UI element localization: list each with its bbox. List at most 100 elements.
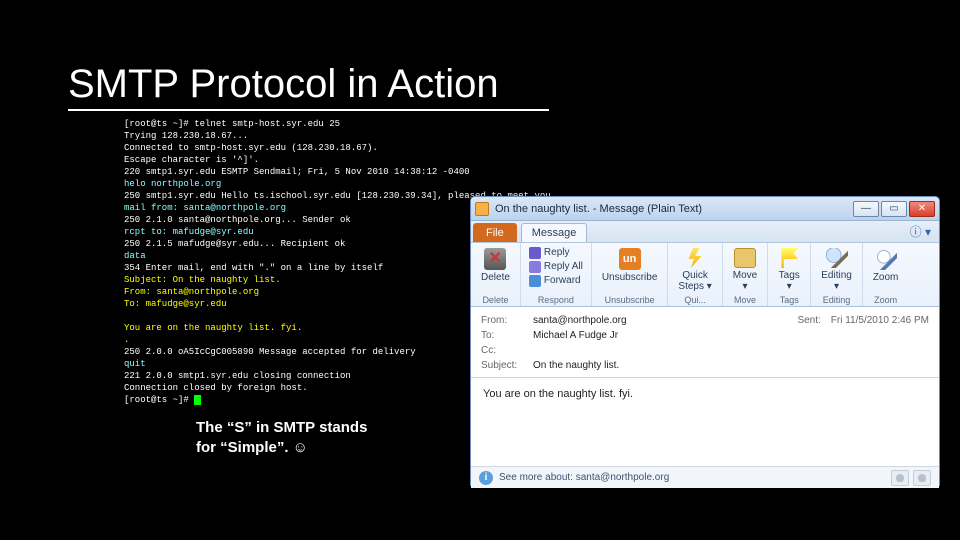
editing-label: Editing ▾ (821, 270, 852, 292)
infobar-text: See more about: santa@northpole.org (499, 472, 669, 483)
maximize-button[interactable]: ▭ (881, 201, 907, 217)
group-label: Qui... (684, 295, 706, 305)
sent-label: Sent: (797, 313, 820, 328)
people-pane[interactable]: i See more about: santa@northpole.org (471, 466, 939, 488)
term-line: mail from: santa@northpole.org (124, 203, 286, 213)
term-line: You are on the naughty list. fyi. (124, 323, 302, 333)
unsubscribe-icon: un (619, 248, 641, 270)
zoom-button[interactable]: Zoom (869, 246, 903, 292)
group-label: Unsubscribe (605, 295, 655, 305)
move-icon (734, 248, 756, 268)
window-title: On the naughty list. - Message (Plain Te… (495, 203, 851, 215)
contact-photos (891, 470, 931, 486)
term-line: quit (124, 359, 146, 369)
term-line: 221 2.0.0 smtp1.syr.edu closing connecti… (124, 371, 351, 381)
silhouette-icon[interactable] (913, 470, 931, 486)
editing-button[interactable]: Editing ▾ (817, 246, 856, 292)
term-line: Connected to smtp-host.syr.edu (128.230.… (124, 143, 378, 153)
find-icon (826, 248, 848, 268)
from-label: From: (481, 313, 533, 328)
forward-label: Forward (544, 274, 581, 287)
term-line: From: santa@northpole.org (124, 287, 259, 297)
term-line: helo northpole.org (124, 179, 221, 189)
term-line: rcpt to: mafudge@syr.edu (124, 227, 254, 237)
term-line: [root@ts ~]# telnet smtp-host.syr.edu 25 (124, 119, 340, 129)
move-label: Move ▾ (733, 270, 757, 292)
term-line: 220 smtp1.syr.edu ESMTP Sendmail; Fri, 5… (124, 167, 470, 177)
flag-icon (778, 248, 800, 268)
caption-line1: The “S” in SMTP stands (196, 419, 367, 436)
message-icon (475, 202, 489, 216)
outlook-window: On the naughty list. - Message (Plain Te… (470, 196, 940, 486)
forward-button[interactable]: Forward (527, 274, 585, 287)
cc-value (533, 343, 929, 358)
term-line: [root@ts ~]# (124, 395, 194, 405)
group-zoom: Zoom Zoom (863, 243, 909, 306)
cc-label: Cc: (481, 343, 533, 358)
term-line: 354 Enter mail, end with "." on a line b… (124, 263, 383, 273)
replyall-button[interactable]: Reply All (527, 260, 585, 273)
reply-label: Reply (544, 246, 570, 259)
minimize-button[interactable]: — (853, 201, 879, 217)
slide-title: SMTP Protocol in Action (68, 62, 549, 111)
group-move: Move ▾ Move (723, 243, 768, 306)
forward-icon (529, 275, 541, 287)
help-icon[interactable]: ⓘ ▾ (904, 221, 937, 242)
silhouette-icon[interactable] (891, 470, 909, 486)
close-button[interactable]: ✕ (909, 201, 935, 217)
group-label: Delete (482, 295, 508, 305)
unsubscribe-label: Unsubscribe (602, 272, 658, 283)
lightning-icon (684, 248, 706, 268)
window-controls: — ▭ ✕ (851, 201, 935, 217)
to-value: Michael A Fudge Jr (533, 328, 929, 343)
slide: SMTP Protocol in Action [root@ts ~]# tel… (0, 0, 960, 540)
delete-icon: ✕ (484, 248, 506, 270)
tags-button[interactable]: Tags ▾ (774, 246, 804, 292)
term-line: Subject: On the naughty list. (124, 275, 281, 285)
term-line: data (124, 251, 146, 261)
message-body[interactable]: You are on the naughty list. fyi. (471, 378, 939, 466)
from-value: santa@northpole.org (533, 313, 797, 328)
group-label: Tags (780, 295, 799, 305)
group-delete: ✕ Delete Delete (471, 243, 521, 306)
message-header: From: santa@northpole.org Sent: Fri 11/5… (471, 307, 939, 378)
term-line: Trying 128.230.18.67... (124, 131, 248, 141)
quicksteps-button[interactable]: Quick Steps ▾ (674, 246, 715, 292)
to-label: To: (481, 328, 533, 343)
reply-button[interactable]: Reply (527, 246, 585, 259)
group-editing: Editing ▾ Editing (811, 243, 863, 306)
term-line: To: mafudge@syr.edu (124, 299, 227, 309)
term-line: 250 2.1.5 mafudge@syr.edu... Recipient o… (124, 239, 345, 249)
tab-message[interactable]: Message (521, 223, 588, 242)
info-icon: i (479, 471, 493, 485)
sent-value: Fri 11/5/2010 2:46 PM (831, 313, 929, 328)
replyall-icon (529, 261, 541, 273)
zoom-icon (875, 248, 897, 270)
unsubscribe-button[interactable]: un Unsubscribe (598, 246, 662, 292)
delete-button[interactable]: ✕ Delete (477, 246, 514, 292)
group-unsubscribe: un Unsubscribe Unsubscribe (592, 243, 669, 306)
reply-icon (529, 247, 541, 259)
titlebar[interactable]: On the naughty list. - Message (Plain Te… (471, 197, 939, 221)
caption-line2: for “Simple”. ☺ (196, 439, 308, 456)
group-label: Editing (823, 295, 851, 305)
term-line: Escape character is '^]'. (124, 155, 259, 165)
term-line: Connection closed by foreign host. (124, 383, 308, 393)
group-label: Zoom (874, 295, 897, 305)
delete-label: Delete (481, 272, 510, 283)
tags-label: Tags ▾ (779, 270, 800, 292)
quicksteps-label: Quick Steps ▾ (678, 270, 711, 292)
subject-value: On the naughty list. (533, 358, 929, 373)
tab-file[interactable]: File (473, 223, 517, 242)
replyall-label: Reply All (544, 260, 583, 273)
term-line: 250 2.1.0 santa@northpole.org... Sender … (124, 215, 351, 225)
ribbon-tabs: File Message ⓘ ▾ (471, 221, 939, 243)
ribbon: ✕ Delete Delete Reply Reply All Forward … (471, 243, 939, 307)
group-quicksteps: Quick Steps ▾ Qui... (668, 243, 722, 306)
group-label: Respond (538, 295, 574, 305)
cursor (194, 395, 201, 405)
zoom-label: Zoom (873, 272, 899, 283)
term-line: 250 2.0.0 oA5IcCgC005890 Message accepte… (124, 347, 416, 357)
group-respond: Reply Reply All Forward Respond (521, 243, 592, 306)
move-button[interactable]: Move ▾ (729, 246, 761, 292)
